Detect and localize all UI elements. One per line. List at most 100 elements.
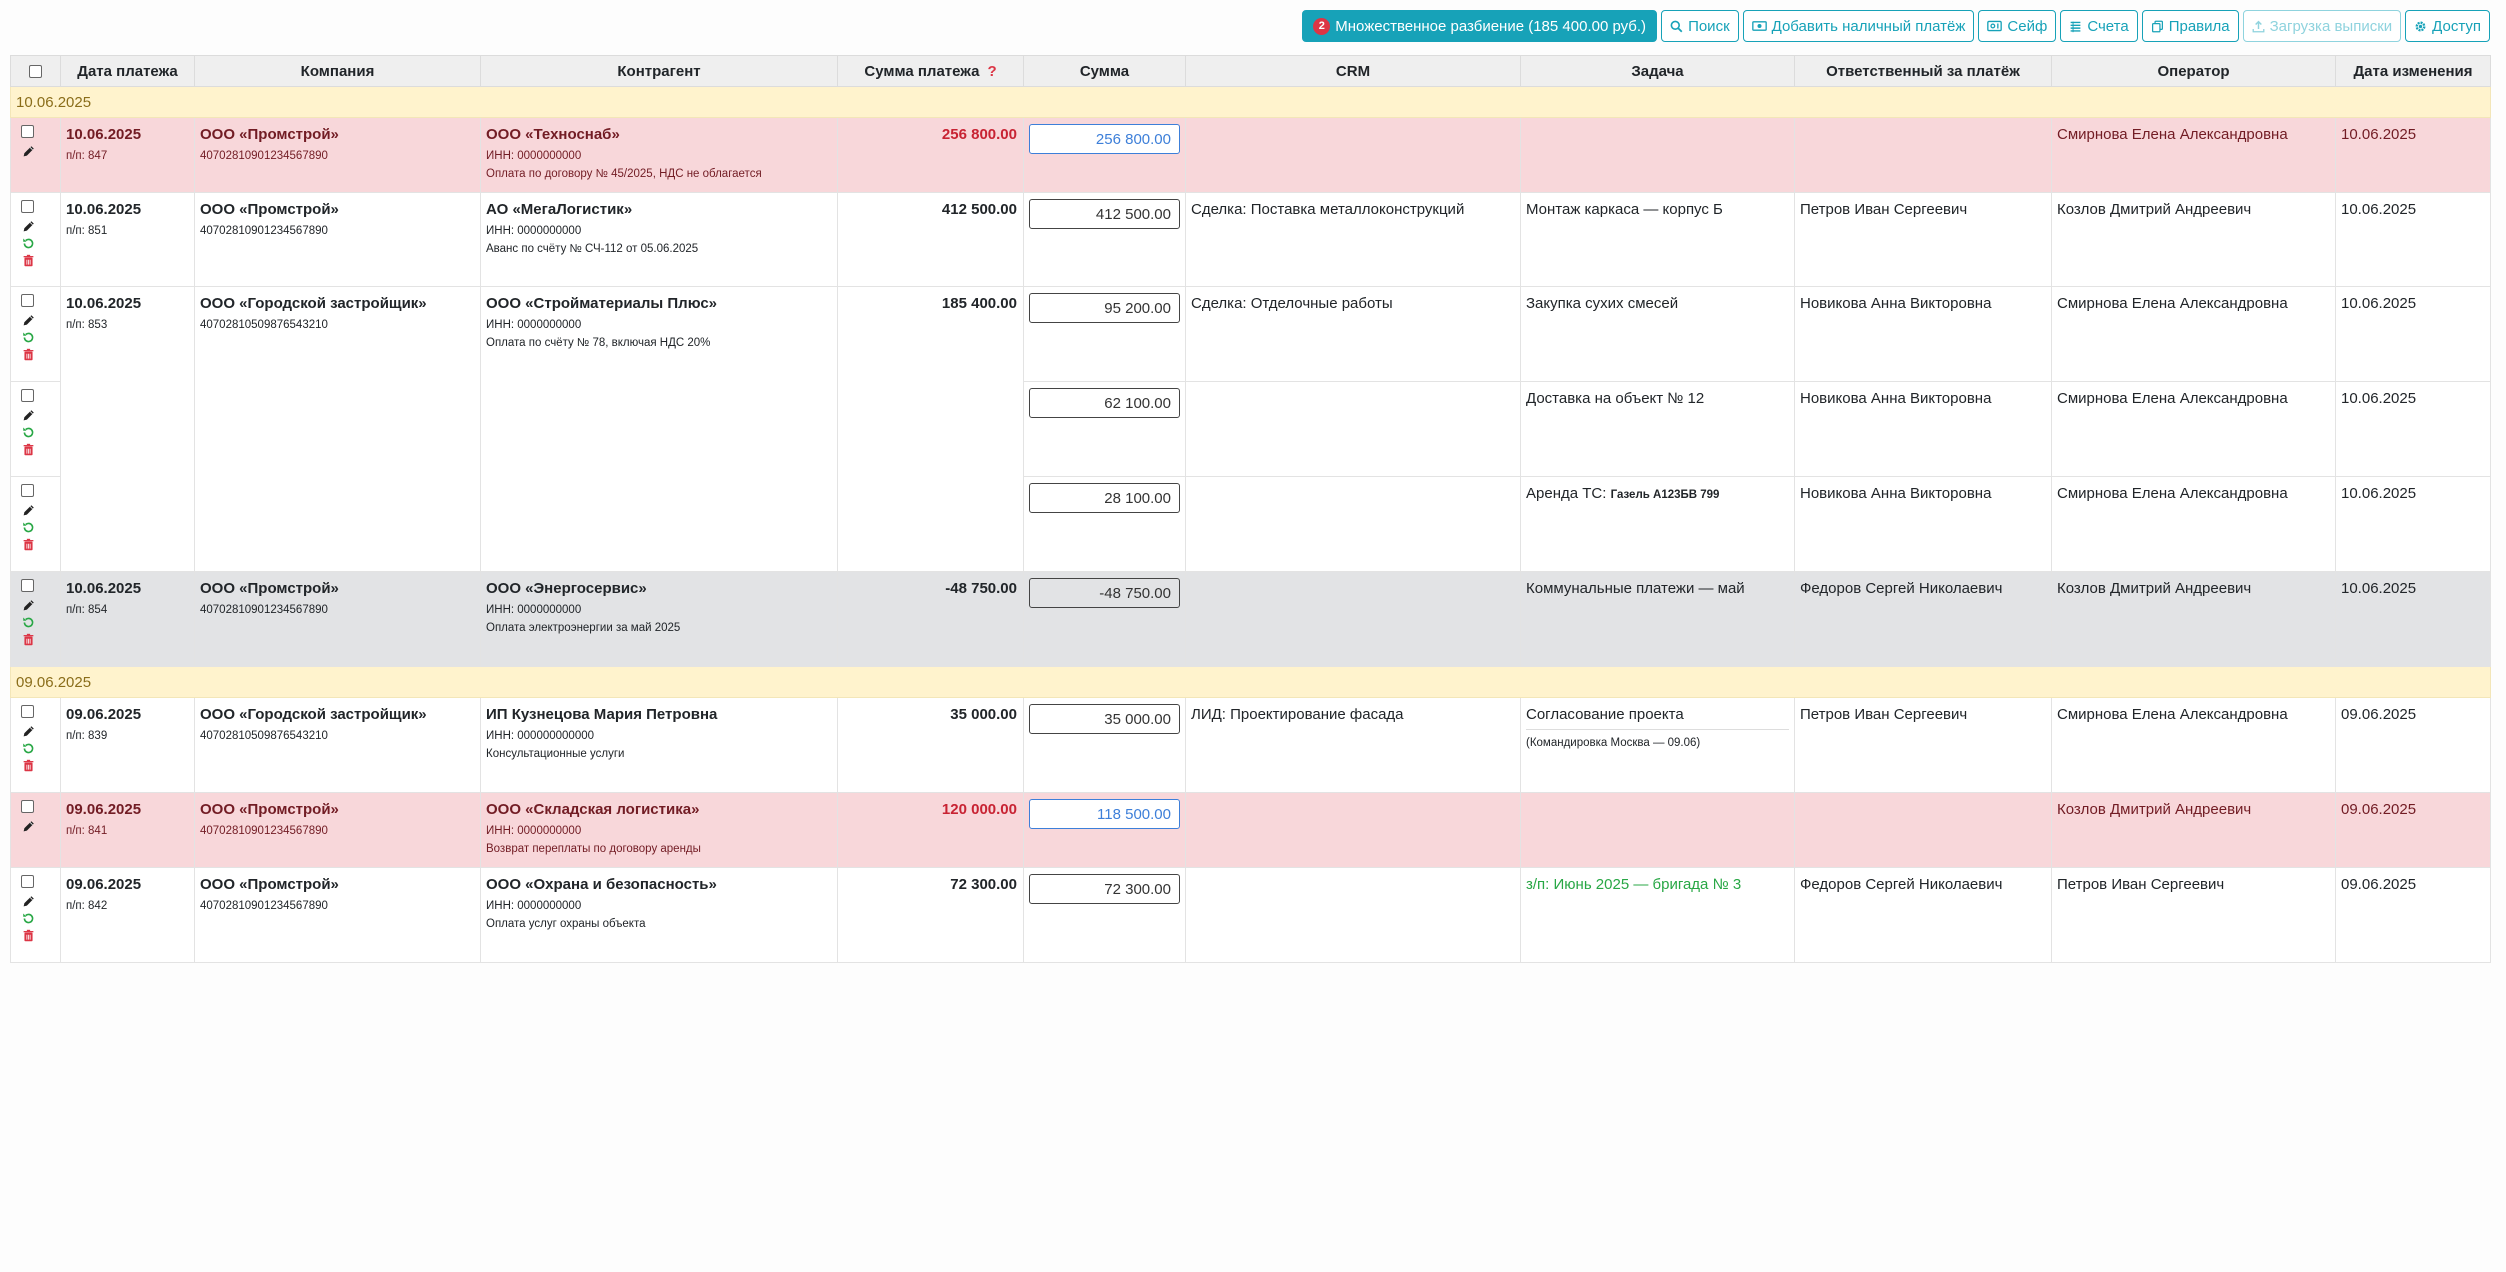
col-date[interactable]: Дата платежа	[60, 55, 195, 87]
col-task[interactable]: Задача	[1520, 55, 1795, 87]
col-company[interactable]: Компания	[194, 55, 481, 87]
changed-date-cell: 09.06.2025	[2335, 867, 2491, 963]
date-group-label: 09.06.2025	[10, 666, 2491, 698]
task-cell[interactable]: Согласование проекта (Командировка Москв…	[1520, 697, 1795, 793]
trash-icon[interactable]	[22, 443, 35, 456]
col-payment-sum[interactable]: Сумма платежа?	[837, 55, 1024, 87]
task-cell[interactable]: Аренда ТС: Газель А123БВ 799	[1520, 476, 1795, 572]
crm-cell[interactable]	[1185, 381, 1521, 477]
restore-icon[interactable]	[22, 742, 35, 755]
add-cash-payment-button[interactable]: Добавить наличный платёж	[1742, 10, 1975, 42]
table-row[interactable]: 10.06.2025 п/п: 851 ООО «Промстрой» 4070…	[10, 192, 2491, 287]
row-checkbox[interactable]	[21, 294, 34, 307]
company-name: ООО «Промстрой»	[200, 201, 339, 218]
pencil-icon[interactable]	[22, 895, 35, 908]
crm-cell[interactable]	[1185, 792, 1521, 868]
table-row[interactable]: 09.06.2025 п/п: 839 ООО «Городской застр…	[10, 697, 2491, 793]
sum-input[interactable]	[1029, 483, 1180, 513]
rules-button[interactable]: Правила	[2141, 10, 2239, 42]
row-checkbox[interactable]	[21, 875, 34, 888]
task-cell[interactable]	[1520, 792, 1795, 868]
sum-cell	[1023, 192, 1186, 287]
restore-icon[interactable]	[22, 237, 35, 250]
access-button[interactable]: Доступ	[2405, 10, 2490, 42]
task-cell[interactable]: Доставка на объект № 12	[1520, 381, 1795, 477]
multi-split-label: Множественное разбиение (185 400.00 руб.…	[1335, 17, 1647, 35]
col-sum[interactable]: Сумма	[1023, 55, 1186, 87]
table-row[interactable]: 09.06.2025 п/п: 841 ООО «Промстрой» 4070…	[10, 792, 2491, 868]
row-checkbox[interactable]	[21, 579, 34, 592]
task-cell[interactable]: Закупка сухих смесей	[1520, 286, 1795, 382]
pencil-icon[interactable]	[22, 599, 35, 612]
sum-input[interactable]	[1029, 388, 1180, 418]
col-responsible[interactable]: Ответственный за платёж	[1794, 55, 2052, 87]
help-icon[interactable]: ?	[987, 63, 996, 80]
pencil-icon[interactable]	[22, 504, 35, 517]
crm-cell[interactable]: Сделка: Отделочные работы	[1185, 286, 1521, 382]
search-button[interactable]: Поиск	[1661, 10, 1739, 42]
operator-cell: Козлов Дмитрий Андреевич	[2051, 192, 2336, 287]
restore-icon[interactable]	[22, 426, 35, 439]
trash-icon[interactable]	[22, 348, 35, 361]
row-checkbox[interactable]	[21, 125, 34, 138]
row-checkbox[interactable]	[21, 705, 34, 718]
table-row[interactable]: 10.06.2025 п/п: 853 ООО «Городской застр…	[10, 286, 2491, 572]
crm-cell[interactable]	[1185, 117, 1521, 193]
pencil-icon[interactable]	[22, 145, 35, 158]
row-checkbox[interactable]	[21, 800, 34, 813]
sum-input[interactable]	[1029, 704, 1180, 734]
counterparty-cell: ООО «Энергосервис» ИНН: 0000000000 Оплат…	[480, 571, 838, 667]
crm-cell[interactable]: Сделка: Поставка металлоконструкций	[1185, 192, 1521, 287]
row-checkbox[interactable]	[21, 200, 34, 213]
upload-statement-button[interactable]: Загрузка выписки	[2242, 10, 2402, 42]
select-all-checkbox[interactable]	[29, 64, 42, 78]
table-row[interactable]: 09.06.2025 п/п: 842 ООО «Промстрой» 4070…	[10, 867, 2491, 963]
restore-icon[interactable]	[22, 331, 35, 344]
col-changed[interactable]: Дата изменения	[2335, 55, 2491, 87]
trash-icon[interactable]	[22, 759, 35, 772]
multi-split-button[interactable]: 2 Множественное разбиение (185 400.00 ру…	[1302, 10, 1658, 42]
trash-icon[interactable]	[22, 254, 35, 267]
crm-cell[interactable]	[1185, 476, 1521, 572]
pencil-icon[interactable]	[22, 725, 35, 738]
task-cell[interactable]	[1520, 117, 1795, 193]
sum-input[interactable]	[1029, 199, 1180, 229]
row-checkbox[interactable]	[21, 389, 34, 402]
sum-input[interactable]	[1029, 578, 1180, 608]
restore-icon[interactable]	[22, 521, 35, 534]
pencil-icon[interactable]	[22, 409, 35, 422]
pencil-icon[interactable]	[22, 314, 35, 327]
pencil-icon[interactable]	[22, 820, 35, 833]
sum-input[interactable]	[1029, 799, 1180, 829]
restore-icon[interactable]	[22, 616, 35, 629]
sum-input[interactable]	[1029, 293, 1180, 323]
sum-input[interactable]	[1029, 874, 1180, 904]
responsible-cell: Федоров Сергей Николаевич	[1794, 867, 2052, 963]
col-operator[interactable]: Оператор	[2051, 55, 2336, 87]
sum-input[interactable]	[1029, 124, 1180, 154]
trash-icon[interactable]	[22, 633, 35, 646]
col-crm[interactable]: CRM	[1185, 55, 1521, 87]
restore-icon[interactable]	[22, 912, 35, 925]
payment-amount: 185 400.00	[837, 286, 1024, 572]
accounts-button[interactable]: Счета	[2060, 10, 2138, 42]
task-cell[interactable]: Монтаж каркаса — корпус Б	[1520, 192, 1795, 287]
task-cell[interactable]: Коммунальные платежи — май	[1520, 571, 1795, 667]
pencil-icon[interactable]	[22, 220, 35, 233]
crm-cell[interactable]	[1185, 571, 1521, 667]
safe-button[interactable]: Сейф	[1978, 10, 2057, 42]
table-row[interactable]: 10.06.2025 п/п: 854 ООО «Промстрой» 4070…	[10, 571, 2491, 667]
trash-icon[interactable]	[22, 538, 35, 551]
crm-cell[interactable]	[1185, 867, 1521, 963]
company-cell: ООО «Промстрой» 40702810901234567890	[194, 792, 481, 868]
toolbar: 2 Множественное разбиение (185 400.00 ру…	[1302, 10, 2490, 42]
payment-date: 09.06.2025	[66, 706, 142, 723]
crm-cell[interactable]: ЛИД: Проектирование фасада	[1185, 697, 1521, 793]
task-cell[interactable]: з/п: Июнь 2025 — бригада № 3	[1520, 867, 1795, 963]
trash-icon[interactable]	[22, 929, 35, 942]
row-checkbox[interactable]	[21, 484, 34, 497]
operator-cell: Петров Иван Сергеевич	[2051, 867, 2336, 963]
table-row[interactable]: 10.06.2025 п/п: 847 ООО «Промстрой» 4070…	[10, 117, 2491, 193]
col-counterparty[interactable]: Контрагент	[480, 55, 838, 87]
sum-cell	[1023, 476, 1186, 572]
